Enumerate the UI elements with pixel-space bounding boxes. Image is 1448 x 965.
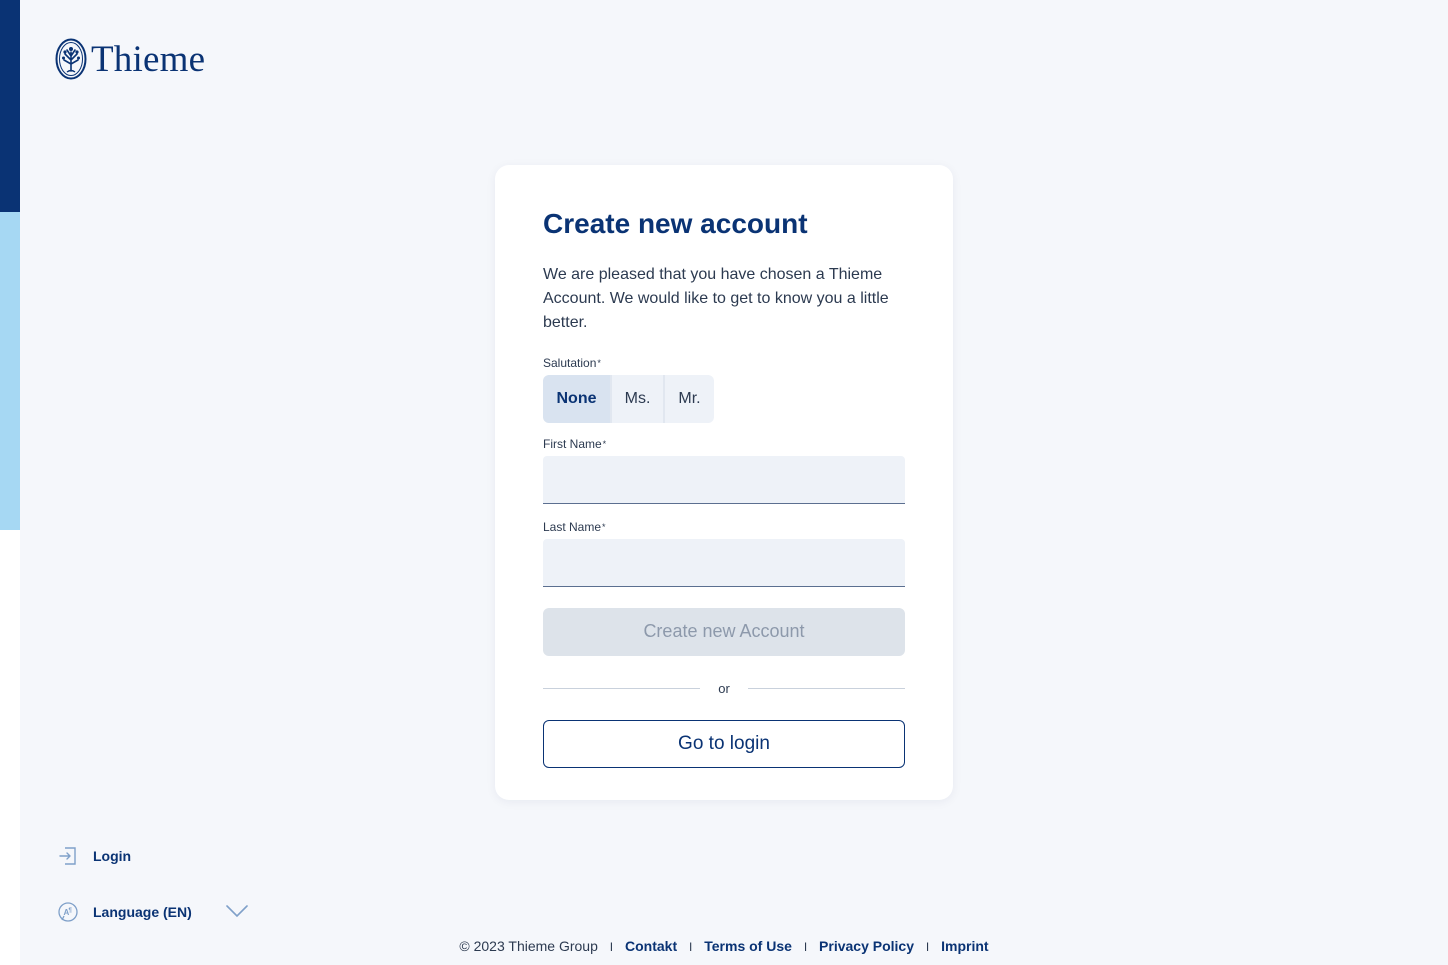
brand-logo[interactable]: Thieme xyxy=(55,38,205,80)
accent-strip-light xyxy=(0,212,20,530)
page-title: Create new account xyxy=(543,208,808,239)
required-mark: * xyxy=(597,357,601,368)
last-name-label: Last Name* xyxy=(543,519,905,535)
brand-name: Thieme xyxy=(91,38,206,80)
required-mark: * xyxy=(602,521,606,532)
or-text: or xyxy=(718,680,730,696)
go-to-login-button[interactable]: Go to login xyxy=(543,719,905,768)
svg-text:¶: ¶ xyxy=(69,908,73,914)
salutation-option-none[interactable]: None xyxy=(543,374,610,423)
last-name-label-text: Last Name xyxy=(543,519,602,534)
footer-separator: I xyxy=(689,940,693,954)
footer-link-imprint[interactable]: Imprint xyxy=(941,938,988,954)
salutation-selector: None Ms. Mr. xyxy=(543,374,905,423)
tree-seal-icon xyxy=(55,38,87,80)
footer-link-terms[interactable]: Terms of Use xyxy=(704,938,792,954)
divider-line-right xyxy=(747,687,905,689)
create-account-card: Create new account We are pleased that y… xyxy=(495,165,953,800)
login-icon xyxy=(59,847,76,865)
chevron-down-icon[interactable] xyxy=(226,904,248,918)
sidebar-login-label: Login xyxy=(93,848,132,864)
divider-line-left xyxy=(543,687,701,689)
footer-separator: I xyxy=(925,940,930,954)
intro-text: We are pleased that you have chosen a Th… xyxy=(543,265,889,331)
sidebar-login-link[interactable]: Login xyxy=(57,845,131,867)
footer-copyright: © 2023 Thieme Group xyxy=(459,938,598,954)
page: Thieme Create new account We are pleased… xyxy=(0,0,1448,965)
footer-link-privacy[interactable]: Privacy Policy xyxy=(819,938,914,954)
salutation-option-mr[interactable]: Mr. xyxy=(663,374,714,423)
sidebar-language-label: Language (EN) xyxy=(93,904,192,920)
first-name-label-text: First Name xyxy=(543,436,602,451)
salutation-label: Salutation* xyxy=(543,355,905,371)
create-account-button[interactable]: Create new Account xyxy=(543,607,905,656)
accent-strip-white xyxy=(0,530,20,965)
footer-separator: I xyxy=(609,940,614,954)
or-divider: or xyxy=(543,681,905,696)
salutation-label-text: Salutation xyxy=(543,355,597,370)
first-name-field[interactable] xyxy=(543,455,905,504)
language-icon: A ¶ xyxy=(58,902,78,922)
footer-separator: I xyxy=(803,940,808,954)
footer: © 2023 Thieme Group I Contakt I Terms of… xyxy=(0,938,1448,954)
last-name-field[interactable] xyxy=(543,538,905,587)
accent-strip-dark xyxy=(0,0,20,212)
sidebar-language-selector[interactable]: A ¶ Language (EN) xyxy=(57,901,192,923)
required-mark: * xyxy=(602,438,607,449)
footer-link-contakt[interactable]: Contakt xyxy=(625,938,677,954)
salutation-option-ms[interactable]: Ms. xyxy=(610,374,663,423)
first-name-label: First Name* xyxy=(543,436,905,452)
